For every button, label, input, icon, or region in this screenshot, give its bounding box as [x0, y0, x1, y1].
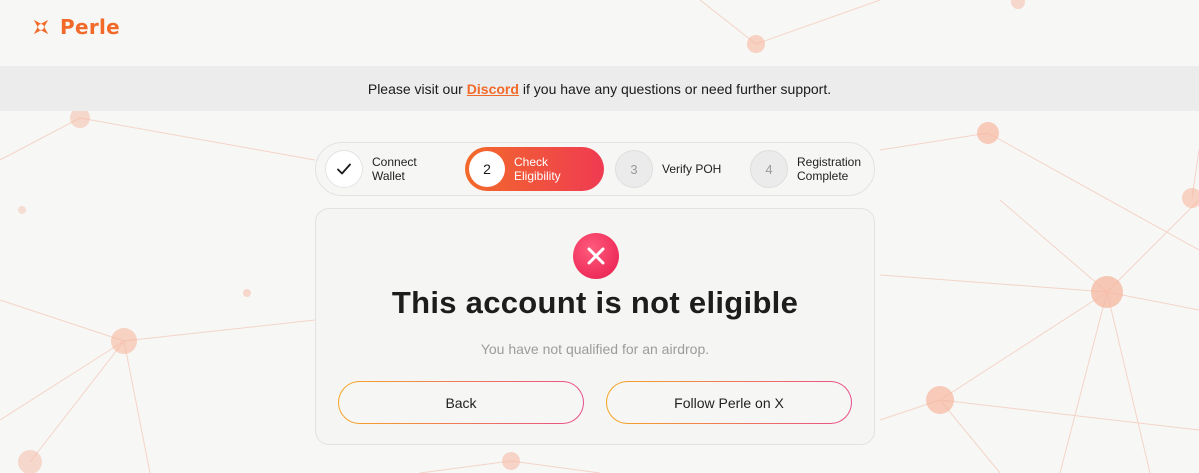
eligibility-result-card: This account is not eligible You have no… — [315, 208, 875, 445]
step-registration-complete: 4 Registration Complete — [750, 148, 867, 190]
follow-on-x-button[interactable]: Follow Perle on X — [606, 381, 852, 424]
step-connect-wallet: Connect Wallet — [325, 148, 442, 190]
result-subtitle: You have not qualified for an airdrop. — [480, 341, 710, 357]
check-icon — [337, 163, 351, 175]
step-3-circle: 3 — [615, 150, 653, 188]
back-button[interactable]: Back — [338, 381, 584, 424]
step-verify-poh: 3 Verify POH — [615, 148, 732, 190]
step-4-label: Registration Complete — [797, 155, 862, 183]
banner-suffix: if you have any questions or need furthe… — [522, 80, 832, 97]
banner-prefix: Please visit our — [367, 80, 463, 97]
step-3-label: Verify POH — [662, 162, 722, 176]
perle-logo-icon — [33, 19, 49, 35]
registration-stepper: Connect Wallet 2 Check Eligibility 3 Ver… — [315, 142, 875, 196]
step-2-circle: 2 — [469, 151, 505, 187]
result-title: This account is not eligible — [391, 285, 799, 320]
top-header: Perle — [0, 0, 1199, 66]
step-2-label: Check Eligibility — [514, 155, 561, 183]
step-1-circle — [325, 150, 363, 188]
discord-link[interactable]: Discord — [467, 81, 519, 97]
close-icon — [587, 247, 605, 265]
error-badge — [573, 233, 619, 279]
step-1-label: Connect Wallet — [372, 155, 417, 183]
step-4-circle: 4 — [750, 150, 788, 188]
support-banner: Please visit our Discord if you have any… — [0, 66, 1199, 111]
perle-logo[interactable]: Perle — [30, 15, 120, 39]
brand-name: Perle — [60, 15, 121, 39]
step-check-eligibility: 2 Check Eligibility — [465, 147, 604, 191]
